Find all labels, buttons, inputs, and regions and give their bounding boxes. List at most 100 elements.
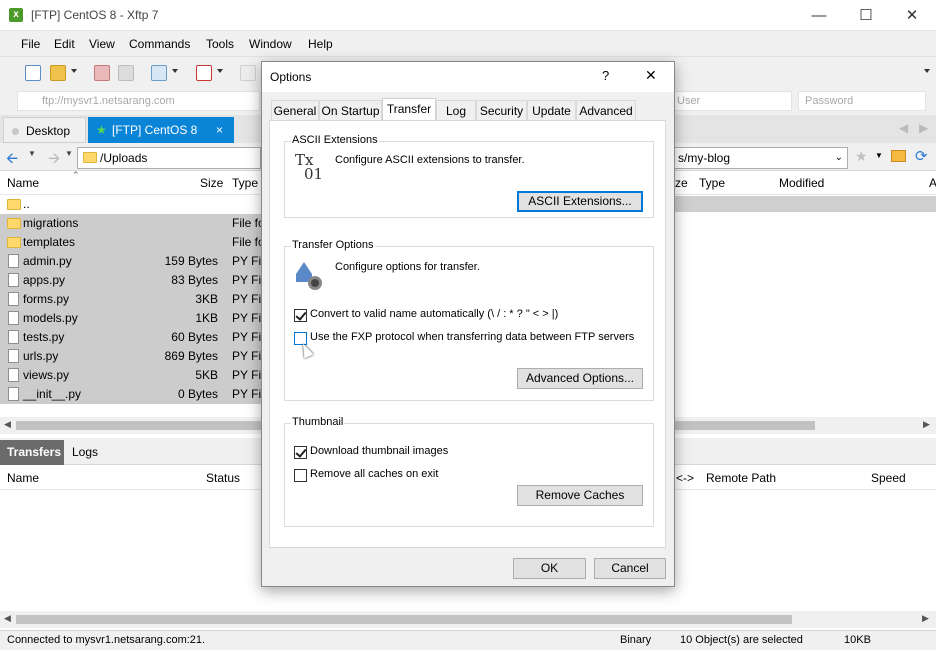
col-attr[interactable]: A	[929, 176, 936, 190]
connect-icon[interactable]	[94, 65, 110, 81]
tab-transfers[interactable]: Transfers	[0, 440, 64, 465]
chevron-down-icon[interactable]: ▼	[28, 149, 36, 158]
table-row[interactable]: __init__.py 0 Bytes PY Fil	[0, 385, 261, 404]
chevron-down-icon[interactable]: ⌄	[835, 148, 843, 168]
tab-advanced[interactable]: Advanced	[576, 100, 636, 120]
transfer-hscrollbar[interactable]: ◀ ▶	[0, 611, 936, 628]
scroll-thumb[interactable]	[675, 421, 815, 430]
back-arrow-icon[interactable]: 🡨	[6, 148, 18, 173]
table-row[interactable]: apps.py 83 Bytes PY Fil	[0, 271, 261, 290]
scroll-thumb[interactable]	[16, 421, 261, 430]
close-icon[interactable]: ✕	[889, 0, 935, 31]
scroll-right-icon[interactable]: ▶	[923, 419, 930, 430]
col-status[interactable]: Status	[206, 471, 240, 485]
dialog-close-icon[interactable]: ✕	[645, 67, 657, 84]
table-row[interactable]: urls.py 869 Bytes PY Fil	[0, 347, 261, 366]
file-name: views.py	[23, 368, 70, 382]
table-row[interactable]: tests.py 60 Bytes PY Fil	[0, 328, 261, 347]
chevron-down-icon[interactable]	[924, 69, 930, 73]
menu-edit[interactable]: Edit	[54, 37, 75, 51]
ascii-extensions-button[interactable]: ASCII Extensions...	[517, 191, 643, 212]
tab-security[interactable]: Security	[476, 100, 527, 120]
col-size[interactable]: Size	[200, 176, 223, 190]
file-type: PY Fil	[232, 349, 261, 363]
chevron-down-icon[interactable]: ▼	[875, 151, 883, 160]
maximize-icon[interactable]: ☐	[843, 0, 889, 31]
local-hscrollbar[interactable]: ◀	[0, 417, 261, 434]
tab-general[interactable]: General	[271, 100, 319, 120]
file-icon	[8, 273, 19, 287]
table-row[interactable]: forms.py 3KB PY Fil	[0, 290, 261, 309]
document-icon[interactable]	[240, 65, 256, 81]
local-path-input[interactable]: /Uploads	[77, 147, 261, 169]
dialog-tabs: General On Startup Transfer Log Security…	[269, 98, 666, 122]
remote-hscrollbar[interactable]: ▶	[675, 417, 936, 434]
tab-close-icon[interactable]: ×	[216, 117, 223, 143]
host-input[interactable]: ftp://mysvr1.netsarang.com	[17, 91, 260, 111]
col-size[interactable]: ze	[675, 176, 688, 190]
col-direction[interactable]: <->	[676, 471, 694, 485]
tab-on-startup[interactable]: On Startup	[319, 100, 382, 120]
user-input[interactable]: User	[670, 91, 792, 111]
password-input[interactable]: Password	[798, 91, 926, 111]
refresh-icon[interactable]: ⟳	[915, 147, 928, 165]
terminal-icon[interactable]	[196, 65, 212, 81]
chevron-down-icon[interactable]	[71, 69, 77, 73]
tab-centos[interactable]: ★ [FTP] CentOS 8 ×	[88, 117, 234, 143]
chevron-down-icon[interactable]	[217, 69, 223, 73]
table-row[interactable]: migrations File fo	[0, 214, 261, 233]
table-row[interactable]: admin.py 159 Bytes PY Fil	[0, 252, 261, 271]
tab-scroll-right-icon[interactable]: ▶	[919, 121, 928, 135]
menu-file[interactable]: File	[21, 37, 40, 51]
ok-button[interactable]: OK	[513, 558, 586, 579]
remove-caches-button[interactable]: Remove Caches	[517, 485, 643, 506]
status-size: 10KB	[844, 634, 871, 646]
cancel-button[interactable]: Cancel	[594, 558, 666, 579]
menu-tools[interactable]: Tools	[206, 37, 234, 51]
open-folder-icon[interactable]	[50, 65, 66, 81]
col-speed[interactable]: Speed	[871, 471, 906, 485]
disconnect-icon[interactable]	[118, 65, 134, 81]
col-modified[interactable]: Modified	[779, 176, 824, 190]
table-row[interactable]: ..	[0, 195, 261, 214]
col-name[interactable]: Name	[7, 471, 39, 485]
download-thumbnail-checkbox[interactable]	[294, 446, 307, 459]
menu-help[interactable]: Help	[308, 37, 333, 51]
tab-update[interactable]: Update	[527, 100, 576, 120]
tab-scroll-left-icon[interactable]: ◀	[899, 121, 908, 135]
tab-centos-label: [FTP] CentOS 8	[112, 123, 198, 137]
table-row[interactable]: models.py 1KB PY Fil	[0, 309, 261, 328]
tab-desktop[interactable]: Desktop	[3, 117, 86, 143]
scroll-right-icon[interactable]: ▶	[922, 613, 929, 624]
new-session-icon[interactable]	[25, 65, 41, 81]
properties-icon[interactable]	[151, 65, 167, 81]
minimize-icon[interactable]: —	[796, 0, 842, 31]
col-name[interactable]: Name	[7, 176, 39, 190]
table-row[interactable]: views.py 5KB PY Fil	[0, 366, 261, 385]
help-icon[interactable]: ?	[602, 68, 609, 83]
scroll-left-icon[interactable]: ◀	[4, 419, 11, 430]
col-type[interactable]: Type	[699, 176, 725, 190]
tab-transfer[interactable]: Transfer	[382, 98, 436, 121]
remote-path-input[interactable]: s/my-blog ⌄	[675, 147, 848, 169]
col-remote-path[interactable]: Remote Path	[706, 471, 776, 485]
tab-logs[interactable]: Logs	[72, 440, 98, 465]
remote-selected-row[interactable]	[675, 196, 936, 212]
chevron-down-icon[interactable]	[172, 69, 178, 73]
home-folder-icon[interactable]	[891, 150, 906, 162]
forward-arrow-icon[interactable]: 🡪	[48, 148, 60, 173]
file-type: PY Fil	[232, 368, 261, 382]
col-type[interactable]: Type	[232, 176, 258, 190]
remove-caches-checkbox[interactable]	[294, 469, 307, 482]
tab-log[interactable]: Log	[436, 100, 476, 120]
table-row[interactable]: templates File fo	[0, 233, 261, 252]
scroll-left-icon[interactable]: ◀	[4, 613, 11, 624]
menu-window[interactable]: Window	[249, 37, 292, 51]
menu-commands[interactable]: Commands	[129, 37, 190, 51]
advanced-options-button[interactable]: Advanced Options...	[517, 368, 643, 389]
favorite-star-icon[interactable]: ★	[855, 148, 868, 165]
menu-view[interactable]: View	[89, 37, 115, 51]
scroll-thumb[interactable]	[16, 615, 792, 624]
convert-name-checkbox[interactable]	[294, 309, 307, 322]
chevron-down-icon[interactable]: ▼	[65, 149, 73, 158]
